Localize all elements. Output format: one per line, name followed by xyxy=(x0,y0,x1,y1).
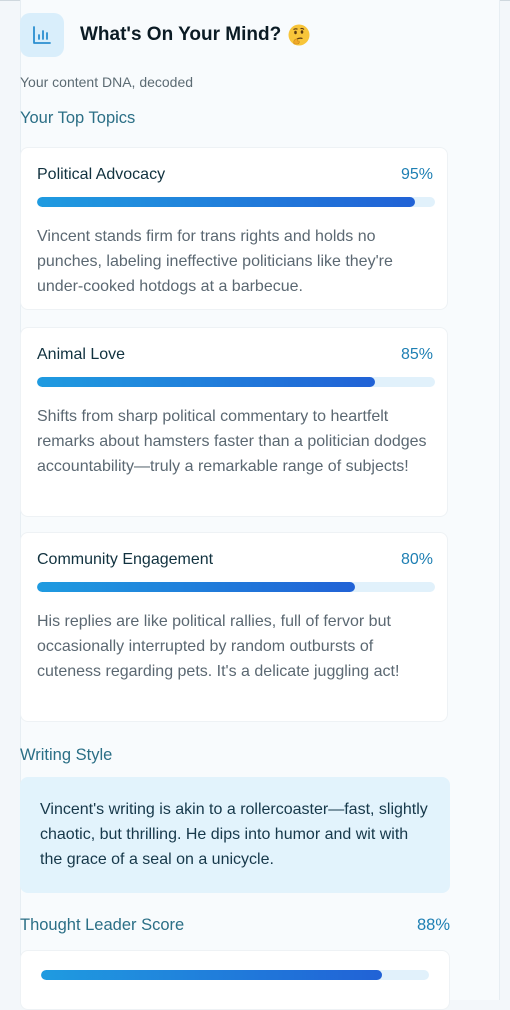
topic-percent: 85% xyxy=(400,346,433,363)
topic-percent: 95% xyxy=(400,166,433,183)
thought-leader-progress-bar xyxy=(41,970,429,980)
writing-style-heading: Writing Style xyxy=(20,746,113,764)
topic-progress-fill xyxy=(37,377,376,387)
topic-description: Vincent stands firm for trans rights and… xyxy=(37,228,393,295)
topic-title: Community Engagement xyxy=(37,551,214,568)
topic-card: Political Advocacy 95% Vincent stands fi… xyxy=(20,147,448,310)
topic-title: Animal Love xyxy=(37,346,126,363)
topic-card-header: Political Advocacy 95% xyxy=(37,166,433,184)
topic-progress-fill xyxy=(37,582,356,592)
topic-card: Community Engagement 80% His replies are… xyxy=(20,532,448,722)
thought-leader-label: Thought Leader Score xyxy=(20,916,185,934)
topic-description: Shifts from sharp political commentary t… xyxy=(37,408,427,475)
writing-style-box: Vincent's writing is akin to a rollercoa… xyxy=(20,777,450,893)
page-title: What's On Your Mind? xyxy=(80,23,311,47)
thought-leader-card xyxy=(20,950,450,1010)
thought-leader-progress-fill xyxy=(41,970,383,980)
thinking-face-emoji-icon xyxy=(287,23,311,47)
thought-leader-percent: 88% xyxy=(416,916,450,934)
writing-style-text: Vincent's writing is akin to a rollercoa… xyxy=(40,801,428,868)
topic-card-header: Community Engagement 80% xyxy=(37,551,433,569)
topic-card-header: Animal Love 85% xyxy=(37,346,433,364)
topic-progress-bar xyxy=(37,197,435,207)
topic-description: His replies are like political rallies, … xyxy=(37,613,400,680)
topic-title: Political Advocacy xyxy=(37,166,166,183)
topic-progress-fill xyxy=(37,197,416,207)
page-title-text: What's On Your Mind? xyxy=(80,24,282,45)
topics-heading: Your Top Topics xyxy=(20,109,136,127)
topic-progress-bar xyxy=(37,377,435,387)
topic-percent: 80% xyxy=(400,551,433,568)
page-header: What's On Your Mind? xyxy=(20,12,311,58)
topic-card: Animal Love 85% Shifts from sharp politi… xyxy=(20,327,448,517)
thought-leader-row: Thought Leader Score 88% xyxy=(20,916,450,935)
topic-progress-bar xyxy=(37,582,435,592)
bar-chart-icon xyxy=(20,13,64,57)
page-subtitle: Your content DNA, decoded xyxy=(20,74,194,90)
